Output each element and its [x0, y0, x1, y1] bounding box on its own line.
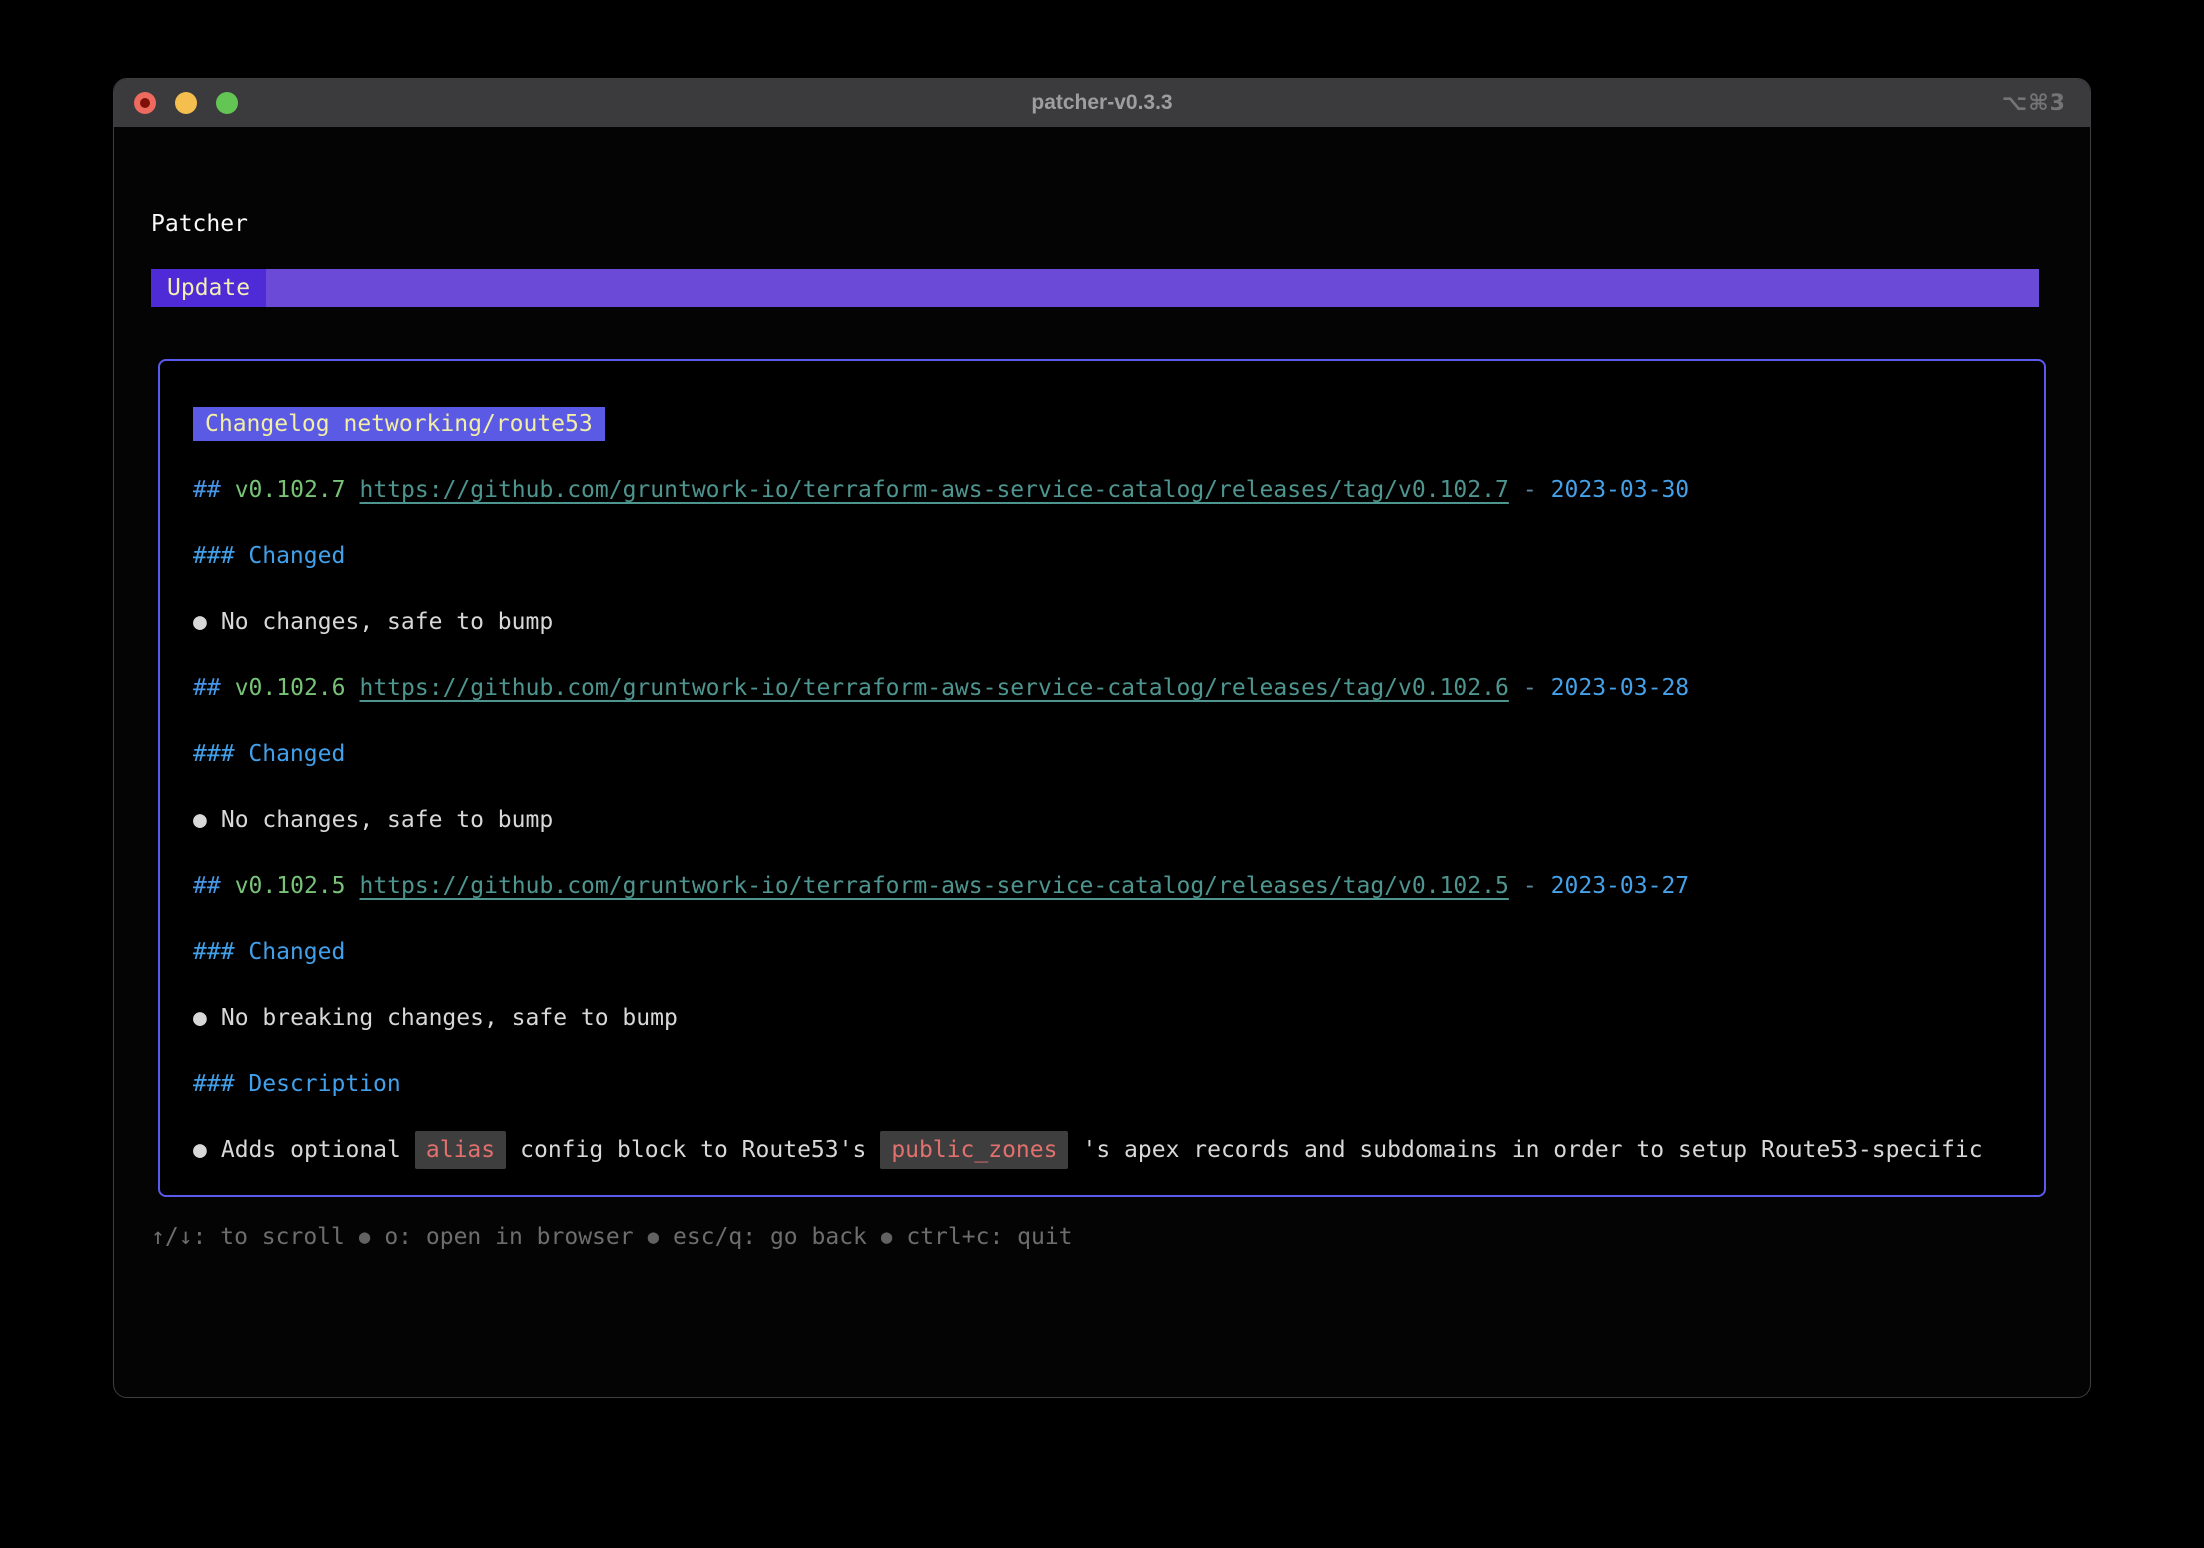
changelog-badge: Changelog networking/route53	[193, 407, 605, 441]
help-bar: ↑/↓: to scroll ● o: open in browser ● es…	[151, 1221, 2053, 1254]
release-date: 2023-03-30	[1551, 473, 1689, 507]
section-heading-label: ### Changed	[193, 539, 345, 573]
changelog-item-text: No breaking changes, safe to bump	[221, 1001, 678, 1035]
dash-separator: -	[1523, 473, 1537, 507]
section-heading: ### Description	[193, 1067, 2016, 1101]
dot-separator-icon: ●	[359, 1221, 370, 1254]
changelog-item-text: No changes, safe to bump	[221, 605, 553, 639]
hint-quit: ctrl+c: quit	[906, 1221, 1072, 1254]
release-link[interactable]: https://github.com/gruntwork-io/terrafor…	[359, 671, 1508, 705]
terminal-body: Patcher Update Changelog networking/rout…	[114, 208, 2090, 1254]
h2-marker: ##	[193, 869, 221, 903]
hint-scroll: ↑/↓: to scroll	[151, 1221, 345, 1254]
section-heading-label: ### Changed	[193, 737, 345, 771]
hint-open-browser: o: open in browser	[384, 1221, 633, 1254]
description-text-part: Adds optional	[221, 1133, 401, 1167]
changelog-item: ● No changes, safe to bump	[193, 803, 2016, 837]
release-version: v0.102.6	[235, 671, 346, 705]
changelog-item: ● Adds optional alias config block to Ro…	[193, 1133, 2016, 1167]
section-heading-label: ### Changed	[193, 935, 345, 969]
release-date: 2023-03-28	[1551, 671, 1689, 705]
dot-separator-icon: ●	[881, 1221, 892, 1254]
h2-marker: ##	[193, 671, 221, 705]
tab-bar: Update	[151, 269, 2039, 307]
release-heading: ## v0.102.5 https://github.com/gruntwork…	[193, 869, 2016, 903]
window-shortcut-badge: ⌥⌘3	[2002, 91, 2066, 116]
bullet-icon: ●	[193, 605, 207, 639]
section-heading-label: ### Description	[193, 1067, 401, 1101]
release-version: v0.102.7	[235, 473, 346, 507]
h2-marker: ##	[193, 473, 221, 507]
release-heading: ## v0.102.6 https://github.com/gruntwork…	[193, 671, 2016, 705]
inline-code-public-zones: public_zones	[880, 1131, 1068, 1169]
section-heading: ### Changed	[193, 935, 2016, 969]
description-text-part: 's apex records and subdomains in order …	[1082, 1133, 1982, 1167]
window-title: patcher-v0.3.3	[114, 91, 2090, 115]
changelog-header-line: Changelog networking/route53	[193, 407, 2016, 441]
dash-separator: -	[1523, 869, 1537, 903]
section-heading: ### Changed	[193, 539, 2016, 573]
inline-code-alias: alias	[415, 1131, 506, 1169]
changelog-viewport[interactable]: Changelog networking/route53 ## v0.102.7…	[158, 359, 2046, 1197]
section-heading: ### Changed	[193, 737, 2016, 771]
release-date: 2023-03-27	[1551, 869, 1689, 903]
changelog-item-text: No changes, safe to bump	[221, 803, 553, 837]
release-link[interactable]: https://github.com/gruntwork-io/terrafor…	[359, 869, 1508, 903]
release-link[interactable]: https://github.com/gruntwork-io/terrafor…	[359, 473, 1508, 507]
app-title: Patcher	[151, 208, 2053, 241]
dash-separator: -	[1523, 671, 1537, 705]
desktop-background: patcher-v0.3.3 ⌥⌘3 Patcher Update Change…	[0, 0, 2204, 1548]
bullet-icon: ●	[193, 803, 207, 837]
release-version: v0.102.5	[235, 869, 346, 903]
release-heading: ## v0.102.7 https://github.com/gruntwork…	[193, 473, 2016, 507]
description-text-part: config block to Route53's	[520, 1133, 866, 1167]
patcher-window: patcher-v0.3.3 ⌥⌘3 Patcher Update Change…	[113, 78, 2091, 1398]
bullet-icon: ●	[193, 1133, 207, 1167]
dot-separator-icon: ●	[648, 1221, 659, 1254]
tab-update[interactable]: Update	[151, 269, 266, 307]
bullet-icon: ●	[193, 1001, 207, 1035]
hint-go-back: esc/q: go back	[673, 1221, 867, 1254]
changelog-item: ● No changes, safe to bump	[193, 605, 2016, 639]
window-titlebar: patcher-v0.3.3 ⌥⌘3	[114, 79, 2090, 127]
changelog-item: ● No breaking changes, safe to bump	[193, 1001, 2016, 1035]
